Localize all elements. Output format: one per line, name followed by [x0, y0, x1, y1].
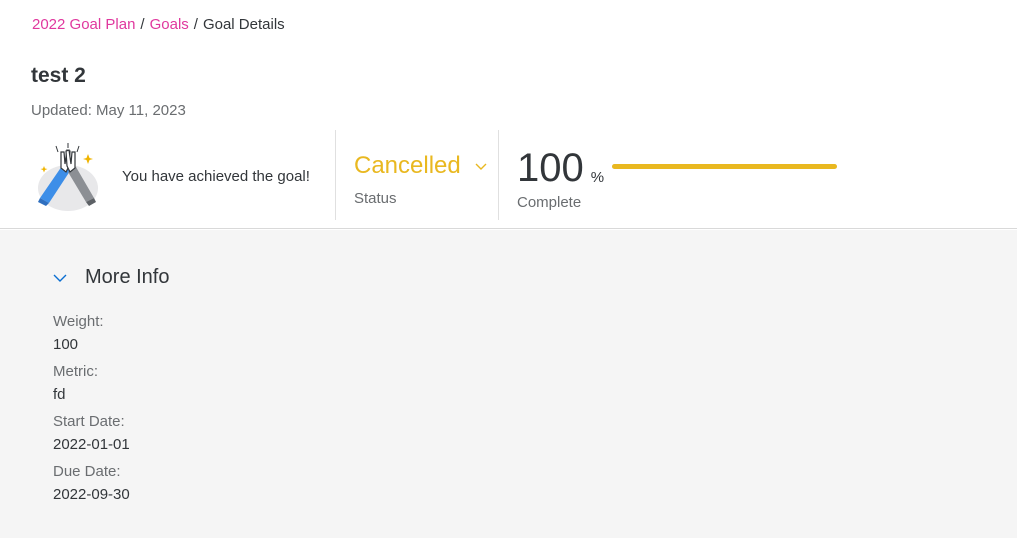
chevron-down-icon: [53, 274, 67, 282]
page-title: test 2: [31, 64, 86, 87]
updated-date: Updated: May 11, 2023: [31, 102, 186, 119]
field-value: 2022-01-01: [53, 436, 130, 453]
field-weight: Weight: 100: [53, 312, 130, 355]
completion-block: 100 % Complete: [517, 146, 837, 211]
field-due-date: Due Date: 2022-09-30: [53, 462, 130, 505]
kpi-divider: [498, 130, 499, 220]
breadcrumb-link-goals[interactable]: Goals: [150, 16, 189, 33]
more-info-section: More Info Weight: 100 Metric: fd Start D…: [0, 230, 1017, 538]
field-label: Weight:: [53, 313, 104, 330]
goal-header: 2022 Goal Plan / Goals / Goal Details te…: [0, 0, 1017, 229]
status-label: Status: [354, 190, 397, 207]
more-info-title: More Info: [85, 266, 170, 288]
status-value: Cancelled: [354, 152, 461, 179]
breadcrumb-separator: /: [140, 16, 145, 33]
kpi-row: You have achieved the goal! Cancelled St…: [0, 130, 1017, 220]
kpi-divider: [335, 130, 336, 220]
breadcrumb-separator: /: [193, 16, 198, 33]
breadcrumb-link-goal-plan[interactable]: 2022 Goal Plan: [32, 16, 135, 33]
field-start-date: Start Date: 2022-01-01: [53, 412, 130, 455]
field-label: Metric:: [53, 363, 98, 380]
breadcrumb-current: Goal Details: [202, 16, 285, 33]
field-metric: Metric: fd: [53, 362, 130, 405]
achievement-text: You have achieved the goal!: [122, 167, 310, 185]
completion-unit: %: [590, 169, 605, 186]
status-block: Cancelled Status: [354, 152, 487, 207]
more-info-toggle[interactable]: More Info: [53, 266, 169, 289]
completion-value: 100: [517, 146, 584, 190]
high-five-icon: [38, 143, 98, 211]
field-value: 2022-09-30: [53, 486, 130, 503]
field-value: 100: [53, 336, 79, 353]
field-value: fd: [53, 386, 66, 403]
field-label: Start Date:: [53, 413, 125, 430]
breadcrumb: 2022 Goal Plan / Goals / Goal Details: [32, 16, 285, 33]
progress-bar: [612, 164, 837, 169]
achievement-block: You have achieved the goal!: [32, 140, 327, 212]
progress-bar-fill: [612, 164, 837, 169]
completion-label: Complete: [517, 194, 582, 211]
status-dropdown[interactable]: Cancelled: [354, 152, 487, 180]
chevron-down-icon: [475, 163, 487, 170]
field-label: Due Date:: [53, 463, 121, 480]
info-fields: Weight: 100 Metric: fd Start Date: 2022-…: [53, 312, 130, 512]
